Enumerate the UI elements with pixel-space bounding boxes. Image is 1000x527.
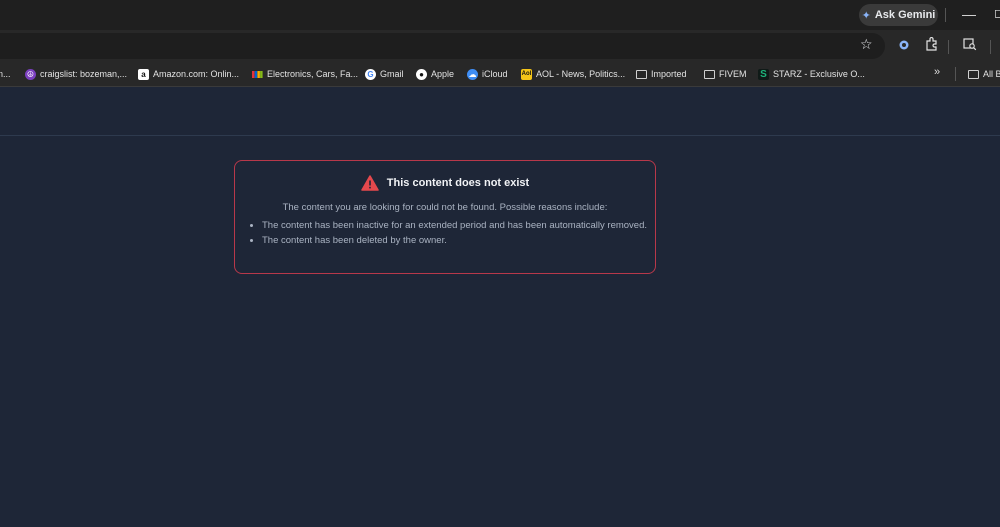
list-item: The content has been deleted by the owne…	[262, 234, 652, 248]
bookmarks-bar: n... ☮ craigslist: bozeman,... a Amazon.…	[0, 62, 1000, 87]
list-item: The content has been inactive for an ext…	[262, 219, 652, 233]
maximize-button[interactable]: ◻	[994, 6, 1000, 20]
bookmark-label: Apple	[431, 69, 455, 79]
address-bar[interactable]	[0, 33, 885, 59]
icloud-icon: ☁	[467, 68, 478, 80]
bookmark-apple[interactable]: ● Apple	[416, 67, 454, 81]
ebay-icon	[252, 70, 263, 78]
bookmark-folder-fivem[interactable]: FIVEM	[704, 67, 747, 81]
bookmark-label: n...	[0, 69, 11, 79]
error-title: This content does not exist	[386, 177, 530, 189]
bookmark-craigslist[interactable]: ☮ craigslist: bozeman,...	[25, 67, 127, 81]
all-bookmarks-label: All B	[983, 69, 1000, 79]
google-icon: G	[365, 68, 376, 80]
bookmark-label: Electronics, Cars, Fa...	[267, 69, 359, 79]
extension-icon[interactable]	[898, 39, 910, 51]
browser-toolbar: ☆	[0, 30, 1000, 62]
bookmarks-divider	[955, 67, 956, 81]
browser-title-bar: ✦ Ask Gemini — ◻	[0, 0, 1000, 30]
bookmark-label: craigslist: bozeman,...	[40, 69, 128, 79]
folder-icon	[968, 69, 979, 79]
bookmark-ebay[interactable]: Electronics, Cars, Fa...	[252, 67, 358, 81]
reading-list-icon[interactable]	[963, 38, 977, 51]
bookmark-folder-imported[interactable]: Imported	[636, 67, 687, 81]
bookmark-star-icon[interactable]: ☆	[860, 36, 873, 53]
bookmark-icloud[interactable]: ☁ iCloud	[467, 67, 508, 81]
bookmark-aol[interactable]: Aol AOL - News, Politics...	[521, 67, 625, 81]
bookmark-label: iCloud	[482, 69, 508, 79]
toolbar-divider	[990, 40, 991, 54]
apple-icon: ●	[416, 68, 427, 80]
warning-icon	[361, 175, 379, 191]
bookmark-item[interactable]: n...	[0, 67, 11, 81]
bookmark-label: STARZ - Exclusive O...	[773, 69, 865, 79]
minimize-button[interactable]: —	[962, 6, 976, 22]
title-bar-divider	[945, 8, 946, 22]
error-card: This content does not exist The content …	[234, 160, 656, 274]
error-title-row: This content does not exist	[235, 175, 655, 191]
error-reasons-list: The content has been inactive for an ext…	[249, 219, 652, 249]
all-bookmarks-button[interactable]: All B	[968, 67, 1000, 81]
page-header	[0, 87, 1000, 136]
bookmark-label: Gmail	[380, 69, 404, 79]
craigslist-icon: ☮	[25, 68, 36, 80]
aol-icon: Aol	[521, 68, 532, 80]
bookmark-label: Amazon.com: Onlin...	[153, 69, 240, 79]
bookmark-amazon[interactable]: a Amazon.com: Onlin...	[138, 67, 239, 81]
bookmark-starz[interactable]: S STARZ - Exclusive O...	[758, 67, 865, 81]
bookmark-label: FIVEM	[719, 69, 747, 79]
bookmarks-overflow-chevron[interactable]: »	[934, 66, 940, 78]
ask-gemini-label: Ask Gemini	[874, 9, 936, 21]
folder-icon	[704, 69, 715, 79]
error-subtitle: The content you are looking for could no…	[282, 202, 608, 213]
bookmark-label: Imported	[651, 69, 687, 79]
toolbar-divider	[948, 40, 949, 54]
folder-icon	[636, 69, 647, 79]
ask-gemini-button[interactable]: ✦ Ask Gemini	[859, 4, 938, 26]
bookmark-label: AOL - News, Politics...	[536, 69, 626, 79]
gemini-sparkle-icon: ✦	[861, 9, 871, 22]
bookmark-gmail[interactable]: G Gmail	[365, 67, 404, 81]
starz-icon: S	[758, 68, 769, 80]
extensions-puzzle-icon[interactable]	[925, 37, 938, 51]
amazon-icon: a	[138, 68, 149, 80]
